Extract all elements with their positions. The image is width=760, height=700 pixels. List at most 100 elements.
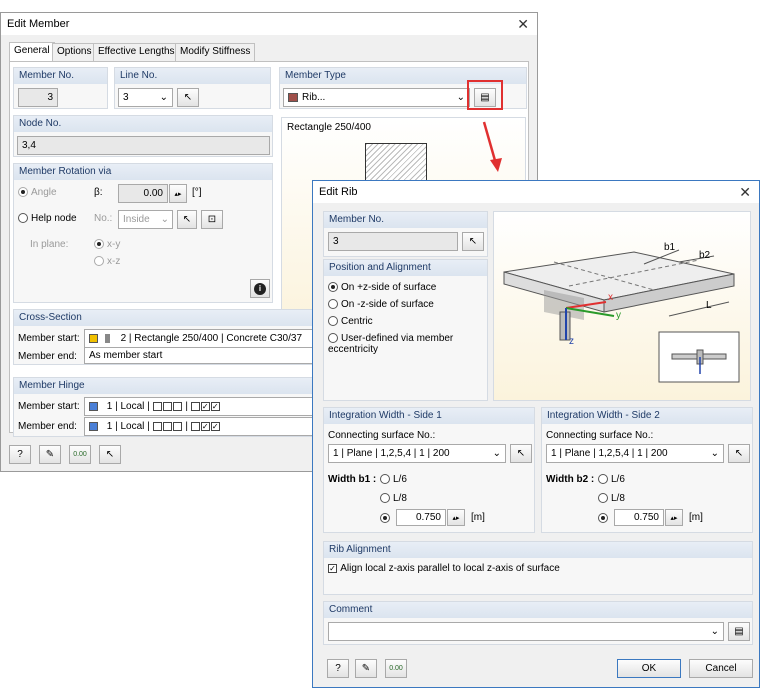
group-header: Integration Width - Side 1 — [324, 408, 534, 424]
units-button[interactable]: 0.00 — [69, 445, 91, 464]
align-z-checkbox[interactable]: ✓ Align local z-axis parallel to local z… — [328, 563, 560, 574]
preview-label: Rectangle 250/400 — [287, 122, 371, 133]
checkbox-box: ✓ — [328, 563, 337, 573]
info-icon: i — [254, 282, 266, 295]
side1-width-label: Width b1 : — [328, 474, 377, 485]
side1-custom-radio[interactable] — [380, 513, 393, 524]
member-type-select[interactable]: Rib... ⌄ — [283, 88, 470, 107]
side2-conn-value: 1 | Plane | 1,2,5,4 | 1 | 200 — [551, 448, 668, 459]
line-no-select[interactable]: 3 ⌄ — [118, 88, 173, 107]
align-z-label: Align local z-axis parallel to local z-a… — [340, 563, 560, 574]
side1-unit: [m] — [471, 512, 485, 523]
tab-modify-stiffness[interactable]: Modify Stiffness — [175, 43, 256, 61]
radio-dot — [598, 493, 608, 504]
no-label: No.: — [94, 213, 113, 224]
edit-button[interactable]: ✎ — [355, 659, 377, 678]
side1-conn-select[interactable]: 1 | Plane | 1,2,5,4 | 1 | 200 ⌄ — [328, 444, 506, 463]
radio-dot — [380, 474, 390, 485]
hinge-start-label: Member start: — [18, 401, 80, 412]
ok-button[interactable]: OK — [617, 659, 681, 678]
member-no-group: Member No. 3 — [13, 67, 108, 109]
help-button[interactable]: ? — [327, 659, 349, 678]
chevron-down-icon: ⌄ — [160, 214, 169, 225]
radio-dot — [18, 187, 28, 198]
pos-minus-z-label: On -z-side of surface — [341, 299, 434, 310]
side2-group: Integration Width - Side 2 Connecting su… — [541, 407, 753, 533]
cancel-button[interactable]: Cancel — [689, 659, 753, 678]
help-button[interactable]: ? — [9, 445, 31, 464]
member-type-value: Rib... — [302, 92, 326, 103]
pos-user-radio[interactable]: User-defined via member eccentricity — [328, 333, 478, 355]
side1-l6-radio[interactable]: L/6 — [380, 474, 407, 485]
side1-pick-button[interactable]: ↖ — [510, 444, 532, 463]
side1-l8-radio[interactable]: L/8 — [380, 493, 407, 504]
pos-centric-label: Centric — [341, 316, 373, 327]
side2-l6-radio[interactable]: L/6 — [598, 474, 625, 485]
new-node-button[interactable]: ⊡ — [201, 210, 223, 229]
side1-width-input[interactable]: 0.750 — [396, 509, 446, 526]
beta-label: β: — [94, 187, 103, 198]
pick-member-button[interactable]: ↖ — [99, 445, 121, 464]
tab-general[interactable]: General — [9, 42, 55, 62]
edit-button[interactable]: ✎ — [39, 445, 61, 464]
help-node-select[interactable]: Inside ⌄ — [118, 210, 173, 229]
angle-radio[interactable]: Angle — [18, 187, 57, 198]
side2-l8-radio[interactable]: L/8 — [598, 493, 625, 504]
hinge-end-no: 1 — [106, 421, 113, 432]
chevron-down-icon: ⌄ — [159, 92, 168, 103]
cursor-pick-icon: ↖ — [183, 92, 193, 103]
comment-library-button[interactable]: ▤ — [728, 622, 750, 641]
xy-radio[interactable]: x-y — [94, 239, 120, 250]
units-icon: 0.00 — [389, 665, 403, 672]
node-no-group: Node No. 3,4 — [13, 115, 273, 157]
side1-l6-label: L/6 — [393, 474, 407, 485]
side2-conn-select[interactable]: 1 | Plane | 1,2,5,4 | 1 | 200 ⌄ — [546, 444, 724, 463]
pos-plus-z-radio[interactable]: On +z-side of surface — [328, 282, 436, 293]
beta-spinner[interactable]: ▴▸ — [169, 184, 187, 203]
group-header: Member No. — [324, 212, 487, 228]
side2-unit: [m] — [689, 512, 703, 523]
units-button[interactable]: 0.00 — [385, 659, 407, 678]
side2-width-input[interactable]: 0.750 — [614, 509, 664, 526]
hinge-start-system: Local — [120, 401, 145, 412]
radio-dot — [328, 299, 338, 310]
section-shape-icon — [104, 333, 110, 343]
pos-centric-radio[interactable]: Centric — [328, 316, 373, 327]
radio-dot — [18, 213, 28, 224]
side1-conn-value: 1 | Plane | 1,2,5,4 | 1 | 200 — [333, 448, 450, 459]
side2-custom-radio[interactable] — [598, 513, 611, 524]
pos-minus-z-radio[interactable]: On -z-side of surface — [328, 299, 434, 310]
edit-rib-titlebar: Edit Rib ✕ — [313, 181, 759, 203]
pick-node-button[interactable]: ↖ — [177, 210, 197, 229]
hinge-end-label: Member end: — [18, 421, 77, 432]
info-button[interactable]: i — [250, 279, 270, 298]
pick-member-button[interactable]: ↖ — [462, 232, 484, 251]
cursor-pick-icon: ↖ — [734, 448, 744, 459]
side2-pick-button[interactable]: ↖ — [728, 444, 750, 463]
close-icon[interactable]: ✕ — [517, 16, 529, 33]
member-rotation-group: Member Rotation via Angle β: 0.00 ▴▸ [°]… — [13, 163, 273, 303]
side1-spinner[interactable]: ▴▸ — [447, 509, 465, 526]
group-header: Line No. — [115, 68, 270, 84]
cs-start-label: Member start: — [18, 333, 80, 344]
group-header: Member Rotation via — [14, 164, 272, 180]
beta-input[interactable]: 0.00 — [118, 184, 168, 203]
xz-radio[interactable]: x-z — [94, 256, 120, 267]
line-no-value: 3 — [123, 92, 129, 103]
beta-unit: [°] — [192, 187, 202, 198]
help-node-radio[interactable]: Help node — [18, 213, 77, 224]
library-icon: ▤ — [734, 626, 744, 637]
pick-line-button[interactable]: ↖ — [177, 88, 199, 107]
group-header: Position and Alignment — [324, 260, 487, 276]
side2-width-label: Width b2 : — [546, 474, 595, 485]
tab-options[interactable]: Options — [52, 43, 97, 61]
hinge-color-swatch — [89, 401, 98, 411]
comment-input[interactable]: ⌄ — [328, 622, 724, 641]
tab-effective-lengths[interactable]: Effective Lengths — [93, 43, 180, 61]
side2-spinner[interactable]: ▴▸ — [665, 509, 683, 526]
close-icon[interactable]: ✕ — [739, 184, 751, 201]
hinge-color-swatch — [89, 421, 98, 431]
help-node-label: Help node — [31, 213, 77, 224]
position-group: Position and Alignment On +z-side of sur… — [323, 259, 488, 401]
radio-dot — [94, 256, 104, 267]
